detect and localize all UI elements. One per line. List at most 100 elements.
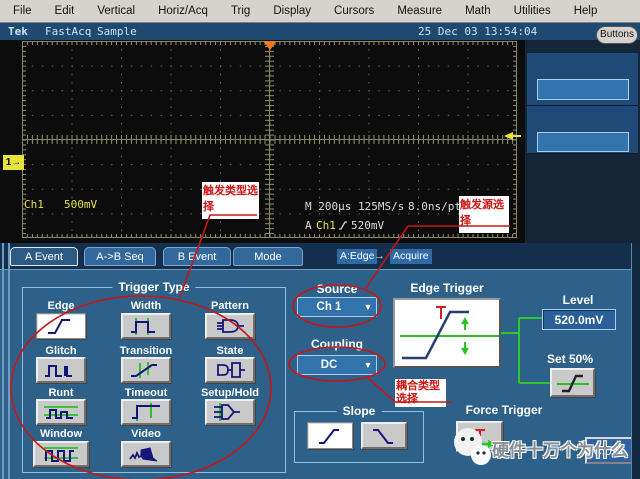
edge-icon	[48, 319, 70, 334]
menu-item-vertical[interactable]: Vertical	[93, 3, 139, 19]
ch1-scale-readout: 500mV	[64, 198, 98, 211]
source-value: Ch 1	[316, 301, 342, 313]
trigger-position-marker[interactable]	[263, 41, 277, 50]
trigger-type-width-button[interactable]	[121, 313, 171, 339]
video-button-label: Video	[131, 428, 161, 440]
trigger-level-readout: 520mV	[351, 219, 385, 232]
setup-hold-button-label: Setup/Hold	[200, 387, 260, 399]
trigger-type-edge-button[interactable]	[36, 313, 86, 339]
tab-a-event[interactable]: A Event	[10, 247, 78, 266]
timeout-icon	[132, 403, 160, 421]
and-gate-icon	[217, 319, 244, 333]
falling-slope-icon	[373, 428, 393, 444]
glitch-button-label: Glitch	[45, 345, 77, 357]
panel-right-strip	[631, 243, 640, 479]
trigger-type-glitch-button[interactable]	[36, 357, 86, 383]
width-button-label: Width	[130, 300, 162, 312]
side-panel-area	[525, 40, 640, 243]
slope-rising-button[interactable]	[307, 422, 353, 449]
acquisition-mode-status: Sample	[97, 25, 137, 38]
slope-group-title: Slope	[336, 404, 382, 418]
tab-bar: A Event A->B Seq B Event Mode A:Edge → A…	[0, 243, 640, 269]
trigger-type-group-title: Trigger Type	[112, 280, 196, 294]
trigger-level-arrow[interactable]	[504, 132, 513, 140]
glitch-icon	[45, 365, 72, 377]
pattern-button-label: Pattern	[211, 300, 249, 312]
datetime-display: 25 Dec 03 13:54:04	[418, 25, 538, 38]
ch1-label: Ch1	[24, 198, 44, 211]
menu-item-horiz-acq[interactable]: Horiz/Acq	[154, 3, 212, 19]
set-50-button[interactable]	[550, 368, 595, 397]
trigger-type-runt-button[interactable]	[36, 399, 86, 425]
menu-item-measure[interactable]: Measure	[393, 3, 446, 19]
menu-item-edit[interactable]: Edit	[51, 3, 79, 19]
menu-item-cursors[interactable]: Cursors	[330, 3, 378, 19]
setup-hold-icon	[214, 403, 240, 421]
waveform-display: 1→ Ch1 500mV M 200µs 125MS/s 8.0ns/pt A …	[0, 40, 525, 243]
width-icon	[131, 318, 155, 335]
trigger-system-label: A	[305, 219, 312, 232]
trigger-type-pattern-button[interactable]	[205, 313, 255, 339]
edge-trigger-title: Edge Trigger	[410, 281, 484, 295]
menu-item-trig[interactable]: Trig	[227, 3, 254, 19]
tab-b-event[interactable]: B Event	[163, 247, 231, 266]
chevron-down-icon: ▼	[363, 360, 373, 370]
trigger-type-state-button[interactable]	[205, 357, 255, 383]
edge-button-label: Edge	[47, 300, 75, 312]
annotation-trigger-type-select: 触发类型选择	[202, 182, 259, 219]
window-icon	[44, 447, 78, 462]
source-dropdown[interactable]: Ch 1 ▼	[297, 297, 377, 317]
side-panel-2	[527, 106, 638, 154]
slope-falling-button[interactable]	[361, 422, 407, 449]
watermark-text: 硬件十万个为什么	[492, 441, 628, 460]
tek-logo: Tek	[8, 25, 28, 38]
wechat-logo-icon	[454, 428, 491, 465]
set-50-icon	[556, 374, 589, 392]
level-label: Level	[562, 293, 594, 307]
timebase-readout: M 200µs 125MS/s	[305, 200, 405, 213]
side-panel-1	[527, 53, 638, 106]
oscilloscope-screen: File Edit Vertical Horiz/Acq Trig Displa…	[0, 0, 640, 479]
panel-left-border-inner	[8, 243, 10, 479]
tab-mode[interactable]: Mode	[233, 247, 303, 266]
buttons-button[interactable]: Buttons	[596, 26, 638, 44]
annotation-trigger-source-select: 触发源选择	[459, 196, 509, 233]
trigger-type-setup-hold-button[interactable]	[205, 399, 255, 425]
edge-trigger-diagram-graphic	[400, 306, 499, 360]
transition-icon	[131, 362, 157, 378]
panel-left-border	[2, 243, 4, 479]
transition-button-label: Transition	[119, 345, 173, 357]
coupling-dropdown[interactable]: DC ▼	[297, 355, 377, 375]
video-icon	[129, 447, 158, 462]
menu-item-display[interactable]: Display	[269, 3, 315, 19]
state-icon	[217, 362, 245, 378]
trigger-source-readout: Ch1	[316, 219, 336, 232]
state-button-label: State	[216, 345, 244, 357]
side-panel-2-bar[interactable]	[537, 132, 629, 152]
set-50-label: Set 50%	[546, 352, 594, 366]
tab-a-b-seq[interactable]: A->B Seq	[84, 247, 156, 266]
coupling-label: Coupling	[311, 337, 363, 351]
side-panel-1-bar[interactable]	[537, 79, 629, 100]
coupling-value: DC	[320, 359, 338, 371]
force-trigger-label: Force Trigger	[465, 403, 543, 417]
runt-button-label: Runt	[48, 387, 74, 399]
level-field[interactable]: 520.0mV	[542, 309, 616, 330]
trigger-type-timeout-button[interactable]	[121, 399, 171, 425]
status-chip-a-edge: A:Edge	[337, 249, 378, 264]
trigger-type-transition-button[interactable]	[121, 357, 171, 383]
timeout-button-label: Timeout	[124, 387, 168, 399]
edge-trigger-diagram	[393, 298, 501, 368]
status-arrow-icon: →	[374, 250, 385, 262]
resolution-readout: 8.0ns/pt	[408, 200, 461, 213]
menu-item-help[interactable]: Help	[570, 3, 602, 19]
source-label: Source	[316, 282, 358, 296]
trigger-type-video-button[interactable]	[121, 441, 171, 467]
channel1-reference-marker[interactable]: 1→	[3, 155, 24, 170]
trigger-type-window-button[interactable]	[33, 441, 89, 467]
menu-item-math[interactable]: Math	[461, 3, 495, 19]
menu-item-utilities[interactable]: Utilities	[510, 3, 555, 19]
menu-item-file[interactable]: File	[9, 3, 36, 19]
trigger-slope-icon	[339, 221, 347, 230]
window-button-label: Window	[39, 428, 83, 440]
